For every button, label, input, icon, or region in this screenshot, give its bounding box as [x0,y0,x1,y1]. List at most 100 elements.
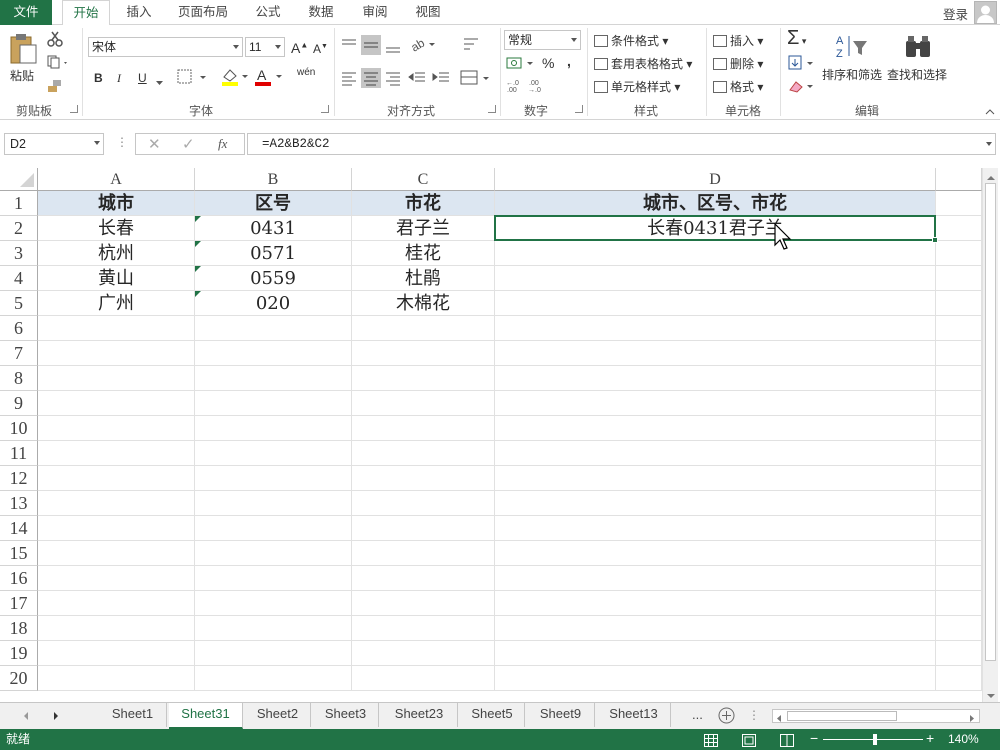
normal-view-icon[interactable] [704,733,718,754]
empty-cell[interactable] [352,666,495,691]
formula-input[interactable]: =A2&B2&C2 [247,133,996,155]
fill-down-icon[interactable] [788,55,816,74]
tab-home[interactable]: 开始 [62,0,110,26]
increase-indent-icon[interactable] [432,70,450,89]
number-format-select[interactable]: 常规 [504,30,581,50]
data-cell[interactable]: 广州 [38,291,195,316]
font-color-icon[interactable]: A [254,67,284,90]
font-size-select[interactable]: 11 [245,37,285,57]
row-header[interactable]: 12 [0,466,38,491]
file-tab[interactable]: 文件 [0,0,52,25]
zoom-level[interactable]: 140% [948,729,979,750]
row-header[interactable]: 10 [0,416,38,441]
alignment-launcher-icon[interactable] [488,105,496,113]
align-right-icon[interactable] [384,70,402,89]
bottom-align-icon[interactable] [384,36,402,57]
empty-cell[interactable] [495,441,936,466]
sheet-tab-sheet23[interactable]: Sheet23 [381,703,458,727]
number-launcher-icon[interactable] [575,105,583,113]
empty-cell[interactable] [352,591,495,616]
tab-insert[interactable]: 插入 [116,0,162,25]
empty-cell[interactable] [495,641,936,666]
empty-cell[interactable] [38,466,195,491]
empty-cell[interactable] [495,516,936,541]
empty-cell[interactable] [936,641,982,666]
empty-cell[interactable] [195,566,352,591]
empty-cell[interactable] [936,266,982,291]
empty-cell[interactable] [936,466,982,491]
row-header[interactable]: 3 [0,241,38,266]
insert-function-button[interactable]: fx [218,136,227,152]
row-header[interactable]: 13 [0,491,38,516]
sheet-tab-sheet1[interactable]: Sheet1 [99,703,167,727]
data-cell[interactable] [495,291,936,316]
row-header[interactable]: 19 [0,641,38,666]
phonetic-button[interactable]: wén [297,67,315,78]
empty-cell[interactable] [936,216,982,241]
increase-font-icon[interactable]: A▲ [291,40,308,56]
row-header[interactable]: 1 [0,191,38,216]
empty-cell[interactable] [352,366,495,391]
data-cell[interactable]: 0559 [195,266,352,291]
header-cell[interactable]: 城市 [38,191,195,216]
empty-cell[interactable] [38,566,195,591]
data-cell[interactable]: 杭州 [38,241,195,266]
empty-cell[interactable] [936,291,982,316]
data-cell[interactable]: 0431 [195,216,352,241]
underline-button[interactable]: U [138,71,147,85]
empty-cell[interactable] [195,641,352,666]
sheet-tab-sheet13[interactable]: Sheet13 [597,703,671,727]
empty-cell[interactable] [495,591,936,616]
fill-handle[interactable] [932,237,938,243]
more-sheets-button[interactable]: ... [692,707,703,722]
header-cell[interactable]: 市花 [352,191,495,216]
empty-cell[interactable] [936,441,982,466]
decrease-decimal-icon[interactable]: .00 →.0 [528,77,548,96]
row-header[interactable]: 9 [0,391,38,416]
empty-cell[interactable] [195,391,352,416]
bold-button[interactable]: B [94,71,103,85]
wrap-text-icon[interactable] [462,36,480,57]
sheet-tab-sheet2[interactable]: Sheet2 [245,703,311,727]
empty-cell[interactable] [38,491,195,516]
empty-cell[interactable] [38,391,195,416]
avatar[interactable] [974,1,997,24]
empty-cell[interactable] [495,541,936,566]
zoom-slider-thumb[interactable] [873,734,877,745]
row-header[interactable]: 14 [0,516,38,541]
fill-color-icon[interactable] [220,67,250,90]
empty-cell[interactable] [352,516,495,541]
login-link[interactable]: 登录 [943,4,968,23]
decrease-font-icon[interactable]: A▼ [313,42,328,56]
tab-page-layout[interactable]: 页面布局 [170,0,236,25]
column-header-b[interactable]: B [195,168,352,191]
select-all-button[interactable] [0,168,38,191]
page-break-view-icon[interactable] [780,733,794,754]
sheet-tab-sheet5[interactable]: Sheet5 [460,703,525,727]
sort-filter-button[interactable]: 排序和筛选 [822,66,882,83]
empty-cell[interactable] [195,616,352,641]
add-sheet-icon[interactable] [718,707,735,727]
empty-cell[interactable] [936,341,982,366]
empty-cell[interactable] [195,416,352,441]
cut-icon[interactable] [47,31,63,50]
cancel-icon[interactable]: ✕ [148,135,161,153]
vertical-scrollbar[interactable] [982,168,998,702]
italic-button[interactable]: I [117,71,121,86]
empty-cell[interactable] [195,666,352,691]
row-header[interactable]: 20 [0,666,38,691]
delete-cells-button[interactable]: 删除 ▾ [713,55,763,72]
empty-cell[interactable] [38,366,195,391]
data-cell[interactable]: 桂花 [352,241,495,266]
empty-cell[interactable] [936,541,982,566]
empty-cell[interactable] [38,641,195,666]
empty-cell[interactable] [495,466,936,491]
align-left-icon[interactable] [340,70,358,89]
percent-button[interactable]: % [542,55,554,71]
empty-cell[interactable] [352,641,495,666]
format-as-table-button[interactable]: 套用表格格式 ▾ [594,55,692,72]
sheet-splitter[interactable]: ⋮ [748,708,760,722]
empty-cell[interactable] [352,541,495,566]
zoom-in-icon[interactable]: + [926,728,934,749]
empty-cell[interactable] [195,516,352,541]
